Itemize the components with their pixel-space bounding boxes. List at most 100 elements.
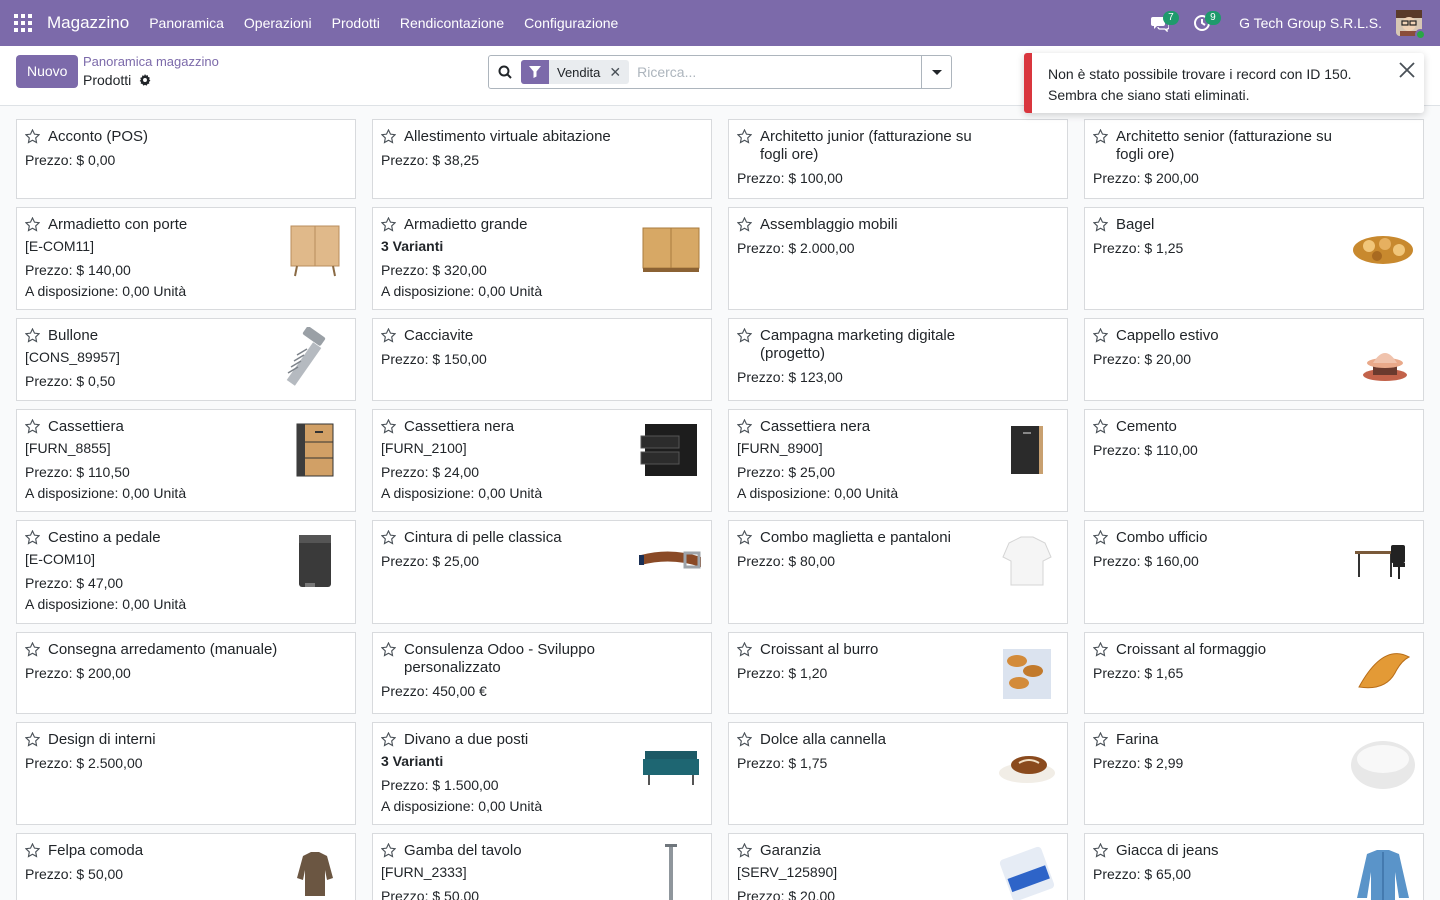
favorite-star-icon[interactable] (737, 217, 752, 232)
favorite-star-icon[interactable] (25, 843, 40, 858)
product-price: Prezzo: $ 38,25 (381, 152, 480, 168)
menu-panoramica[interactable]: Panoramica (139, 0, 234, 46)
product-card[interactable]: Cemento Prezzo: $ 110,00 (1084, 409, 1424, 512)
menu-prodotti[interactable]: Prodotti (322, 0, 390, 46)
menu-operazioni[interactable]: Operazioni (234, 0, 322, 46)
product-card[interactable]: Allestimento virtuale abitazione Prezzo: … (372, 119, 712, 199)
favorite-star-icon[interactable] (25, 732, 40, 747)
favorite-star-icon[interactable] (25, 129, 40, 144)
product-card[interactable]: Gamba del tavolo [FURN_2333] Prezzo: $ 50,… (372, 833, 712, 900)
search-facet: Vendita ✕ (521, 60, 630, 84)
product-card[interactable]: Campagna marketing digitale (progetto) Pr… (728, 318, 1068, 401)
product-card[interactable]: Croissant al burro Prezzo: $ 1,20 (728, 632, 1068, 714)
warranty-box-icon (995, 842, 1059, 900)
product-card[interactable]: Cestino a pedale [E-COM10] Prezzo: $ 47,00… (16, 520, 356, 624)
shirt-icon (995, 529, 1059, 593)
product-card[interactable]: Cappello estivo Prezzo: $ 20,00 (1084, 318, 1424, 401)
product-card[interactable]: Giacca di jeans Prezzo: $ 65,00 (1084, 833, 1424, 900)
favorite-star-icon[interactable] (1093, 419, 1108, 434)
product-card-title: Design di interni (25, 731, 347, 749)
product-card[interactable]: Cintura di pelle classica Prezzo: $ 25,00 (372, 520, 712, 624)
product-card[interactable]: Architetto senior (fatturazione su fogli… (1084, 119, 1424, 199)
product-card[interactable]: Dolce alla cannella Prezzo: $ 1,75 (728, 722, 1068, 825)
product-card[interactable]: Croissant al formaggio Prezzo: $ 1,65 (1084, 632, 1424, 714)
search-options-toggle[interactable] (921, 56, 951, 88)
favorite-star-icon[interactable] (737, 129, 752, 144)
messages-button[interactable]: 7 (1145, 0, 1179, 46)
drawer-black-icon (995, 418, 1059, 482)
product-card[interactable]: Bullone [CONS_89957] Prezzo: $ 0,50 (16, 318, 356, 401)
office-desk-icon (1351, 529, 1415, 593)
product-card[interactable]: Cassettiera [FURN_8855] Prezzo: $ 110,50 A … (16, 409, 356, 512)
app-name[interactable]: Magazzino (47, 13, 129, 33)
favorite-star-icon[interactable] (1093, 217, 1108, 232)
search-input[interactable] (637, 57, 921, 87)
favorite-star-icon[interactable] (381, 328, 396, 343)
company-switcher[interactable]: G Tech Group S.R.L.S. (1239, 15, 1382, 31)
favorite-star-icon[interactable] (737, 530, 752, 545)
product-card[interactable]: Assemblaggio mobili Prezzo: $ 2.000,00 (728, 207, 1068, 310)
product-card[interactable]: Design di interni Prezzo: $ 2.500,00 (16, 722, 356, 825)
product-name: Design di interni (48, 731, 156, 748)
favorite-star-icon[interactable] (1093, 642, 1108, 657)
apps-menu-icon[interactable] (0, 0, 46, 46)
favorite-star-icon[interactable] (381, 642, 396, 657)
gear-icon[interactable] (139, 74, 151, 86)
user-avatar[interactable] (1396, 10, 1426, 40)
favorite-star-icon[interactable] (25, 642, 40, 657)
close-icon[interactable] (1398, 61, 1416, 79)
favorite-star-icon[interactable] (25, 217, 40, 232)
product-card[interactable]: Felpa comoda Prezzo: $ 50,00 (16, 833, 356, 900)
product-card[interactable]: Garanzia [SERV_125890] Prezzo: $ 20,00 (728, 833, 1068, 900)
favorite-star-icon[interactable] (381, 217, 396, 232)
favorite-star-icon[interactable] (25, 419, 40, 434)
favorite-star-icon[interactable] (381, 129, 396, 144)
product-card[interactable]: Cassettiera nera [FURN_8900] Prezzo: $ 25,… (728, 409, 1068, 512)
favorite-star-icon[interactable] (1093, 530, 1108, 545)
croissants-icon (995, 641, 1059, 705)
product-card[interactable]: Armadietto grande 3 Varianti Prezzo: $ 320… (372, 207, 712, 310)
favorite-star-icon[interactable] (737, 642, 752, 657)
activities-button[interactable]: 9 (1187, 0, 1221, 46)
favorite-star-icon[interactable] (1093, 732, 1108, 747)
favorite-star-icon[interactable] (381, 732, 396, 747)
search-icon[interactable] (489, 65, 521, 79)
new-button[interactable]: Nuovo (16, 55, 79, 88)
filter-icon (521, 60, 549, 84)
favorite-star-icon[interactable] (737, 419, 752, 434)
product-card[interactable]: Armadietto con porte [E-COM11] Prezzo: $ 1… (16, 207, 356, 310)
product-card[interactable]: Consulenza Odoo - Sviluppo personalizzat… (372, 632, 712, 714)
product-availability: A disposizione: 0,00 Unità (737, 485, 899, 501)
product-name: Architetto senior (fatturazione su fogli… (1116, 128, 1332, 163)
breadcrumb-link[interactable]: Panoramica magazzino (83, 54, 219, 69)
product-card[interactable]: Divano a due posti 3 Varianti Prezzo: $ 1.… (372, 722, 712, 825)
favorite-star-icon[interactable] (25, 530, 40, 545)
product-card[interactable]: Architetto junior (fatturazione su fogli… (728, 119, 1068, 199)
favorite-star-icon[interactable] (737, 843, 752, 858)
favorite-star-icon[interactable] (737, 328, 752, 343)
product-card-title: Architetto junior (fatturazione su fogli… (737, 128, 1059, 164)
product-card[interactable]: Cassettiera nera [FURN_2100] Prezzo: $ 24,… (372, 409, 712, 512)
facet-label: Vendita (557, 64, 601, 80)
menu-rendicontazione[interactable]: Rendicontazione (390, 0, 514, 46)
favorite-star-icon[interactable] (1093, 328, 1108, 343)
product-price: Prezzo: $ 2.000,00 (737, 240, 855, 256)
favorite-star-icon[interactable] (381, 530, 396, 545)
product-card[interactable]: Combo ufficio Prezzo: $ 160,00 (1084, 520, 1424, 624)
favorite-star-icon[interactable] (1093, 843, 1108, 858)
product-name: Cemento (1116, 418, 1177, 435)
product-card[interactable]: Cacciavite Prezzo: $ 150,00 (372, 318, 712, 401)
favorite-star-icon[interactable] (381, 843, 396, 858)
product-card[interactable]: Consegna arredamento (manuale) Prezzo: $ … (16, 632, 356, 714)
favorite-star-icon[interactable] (1093, 129, 1108, 144)
activities-badge: 9 (1205, 11, 1221, 25)
favorite-star-icon[interactable] (25, 328, 40, 343)
facet-remove-icon[interactable]: ✕ (609, 64, 629, 81)
menu-configurazione[interactable]: Configurazione (514, 0, 628, 46)
favorite-star-icon[interactable] (381, 419, 396, 434)
product-card[interactable]: Bagel Prezzo: $ 1,25 (1084, 207, 1424, 310)
favorite-star-icon[interactable] (737, 732, 752, 747)
product-card[interactable]: Combo maglietta e pantaloni Prezzo: $ 80,… (728, 520, 1068, 624)
product-card[interactable]: Farina Prezzo: $ 2,99 (1084, 722, 1424, 825)
product-card[interactable]: Acconto (POS) Prezzo: $ 0,00 (16, 119, 356, 199)
